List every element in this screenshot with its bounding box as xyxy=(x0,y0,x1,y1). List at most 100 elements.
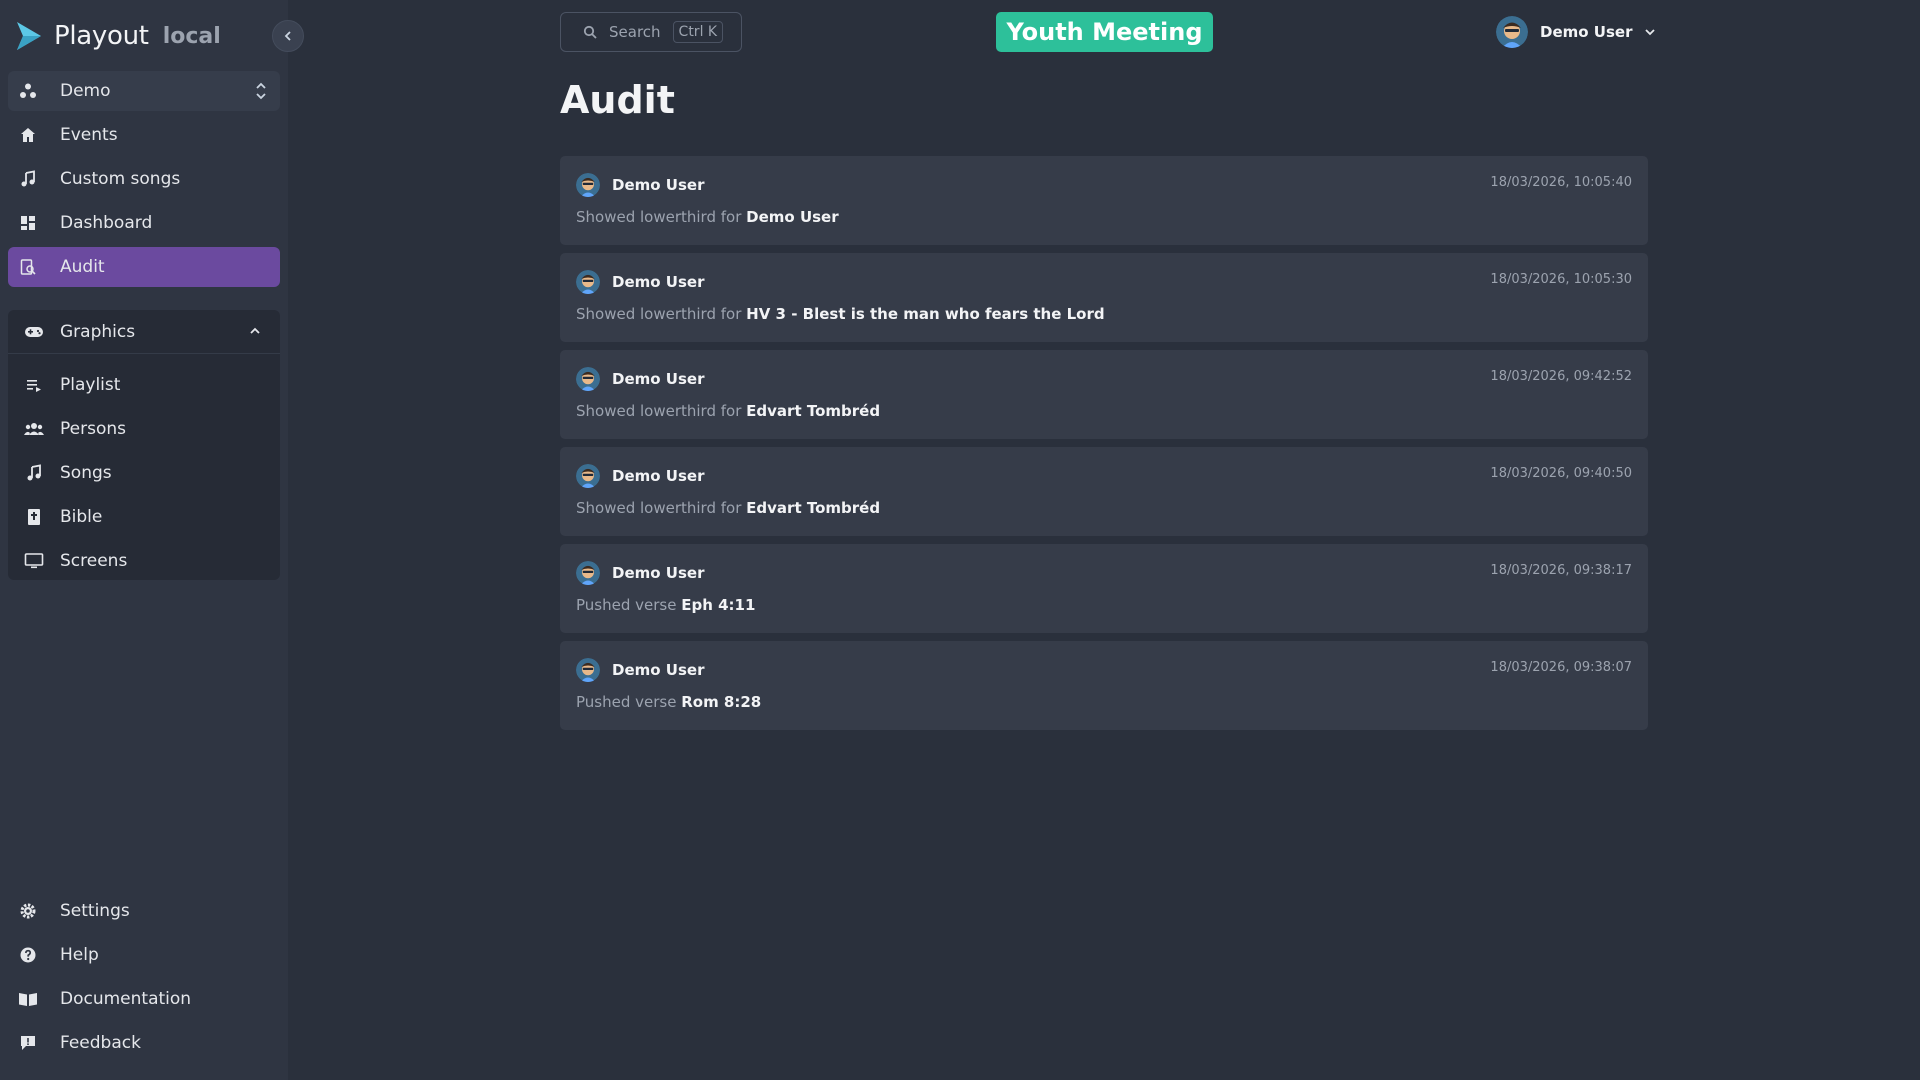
sidebar-item-persons[interactable]: Persons xyxy=(8,409,280,449)
home-icon xyxy=(18,125,38,145)
sidebar-item-playlist[interactable]: Playlist xyxy=(8,365,280,405)
audit-timestamp: 18/03/2026, 10:05:30 xyxy=(1490,272,1632,287)
workspace-selector[interactable]: Demo xyxy=(8,71,280,111)
audit-target: Edvart Tombréd xyxy=(746,402,881,420)
sidebar-item-label: Documentation xyxy=(60,989,192,1009)
audit-user-name: Demo User xyxy=(612,661,705,679)
audit-entry-user: Demo User xyxy=(576,657,704,683)
audit-target: Demo User xyxy=(746,208,839,226)
search-shortcut: Ctrl K xyxy=(672,21,724,43)
audit-user-name: Demo User xyxy=(612,273,705,291)
avatar xyxy=(1496,16,1528,48)
audit-timestamp: 18/03/2026, 09:38:07 xyxy=(1490,660,1632,675)
audit-entry: Demo User 18/03/2026, 10:05:30 Showed lo… xyxy=(560,253,1648,342)
collapse-sidebar-button[interactable] xyxy=(272,20,304,52)
dashboard-icon xyxy=(18,213,38,233)
sidebar-item-bible[interactable]: Bible xyxy=(8,497,280,537)
playlist-icon xyxy=(24,375,44,395)
audit-user-name: Demo User xyxy=(612,564,705,582)
audit-entry: Demo User 18/03/2026, 09:38:07 Pushed ve… xyxy=(560,641,1648,730)
chevron-down-icon xyxy=(1644,26,1656,38)
current-event-badge[interactable]: Youth Meeting xyxy=(996,12,1213,52)
gamepad-icon xyxy=(24,322,44,342)
sidebar-item-dashboard[interactable]: Dashboard xyxy=(8,203,280,243)
audit-timestamp: 18/03/2026, 09:40:50 xyxy=(1490,466,1632,481)
sidebar-item-label: Audit xyxy=(60,257,105,277)
environment-label: local xyxy=(162,23,221,49)
monitor-icon xyxy=(24,551,44,571)
audit-user-name: Demo User xyxy=(612,370,705,388)
sidebar-item-events[interactable]: Events xyxy=(8,115,280,155)
audit-entry-user: Demo User xyxy=(576,366,704,392)
audit-message: Pushed verse Eph 4:11 xyxy=(576,596,755,614)
avatar xyxy=(576,173,600,197)
sidebar-item-label: Events xyxy=(60,125,118,145)
sidebar-item-label: Bible xyxy=(60,507,103,527)
audit-timestamp: 18/03/2026, 10:05:40 xyxy=(1490,175,1632,190)
graphics-group: Graphics Playlist Persons Songs Bible Sc… xyxy=(8,310,280,580)
sidebar-item-audit[interactable]: Audit xyxy=(8,247,280,287)
sidebar-item-feedback[interactable]: Feedback xyxy=(8,1023,280,1063)
sidebar-item-songs[interactable]: Songs xyxy=(8,453,280,493)
workspace-icon xyxy=(18,81,38,101)
sidebar-item-label: Persons xyxy=(60,419,126,439)
expand-collapse-icon xyxy=(254,81,268,101)
audit-target: Eph 4:11 xyxy=(681,596,756,614)
audit-target: Edvart Tombréd xyxy=(746,499,881,517)
workspace-label: Demo xyxy=(60,81,111,101)
playout-logo-icon xyxy=(14,20,44,52)
audit-message: Showed lowerthird for Edvart Tombréd xyxy=(576,402,880,420)
sidebar-item-help[interactable]: Help xyxy=(8,935,280,975)
avatar xyxy=(576,464,600,488)
audit-entry: Demo User 18/03/2026, 10:05:40 Showed lo… xyxy=(560,156,1648,245)
music-note-icon xyxy=(18,169,38,189)
audit-user-name: Demo User xyxy=(612,176,705,194)
audit-action: Showed lowerthird for xyxy=(576,305,747,323)
audit-target: HV 3 - Blest is the man who fears the Lo… xyxy=(746,305,1105,323)
audit-entry: Demo User 18/03/2026, 09:38:17 Pushed ve… xyxy=(560,544,1648,633)
sidebar-item-label: Feedback xyxy=(60,1033,141,1053)
audit-message: Showed lowerthird for HV 3 - Blest is th… xyxy=(576,305,1105,323)
sidebar-item-screens[interactable]: Screens xyxy=(8,541,280,581)
sidebar-item-label: Dashboard xyxy=(60,213,153,233)
audit-message: Showed lowerthird for Demo User xyxy=(576,208,839,226)
sidebar-item-settings[interactable]: Settings xyxy=(8,891,280,931)
brand[interactable]: Playout local xyxy=(14,18,221,54)
sidebar-item-label: Songs xyxy=(60,463,112,483)
search-icon xyxy=(583,25,597,39)
graphics-group-header[interactable]: Graphics xyxy=(8,310,280,354)
bible-icon xyxy=(24,507,44,527)
user-name: Demo User xyxy=(1540,23,1633,41)
brand-name: Playout xyxy=(54,21,149,51)
audit-entry-user: Demo User xyxy=(576,269,704,295)
audit-user-name: Demo User xyxy=(612,467,705,485)
audit-entry: Demo User 18/03/2026, 09:42:52 Showed lo… xyxy=(560,350,1648,439)
chevron-left-icon xyxy=(282,30,294,42)
sidebar-item-documentation[interactable]: Documentation xyxy=(8,979,280,1019)
avatar xyxy=(576,367,600,391)
avatar xyxy=(576,658,600,682)
user-menu[interactable]: Demo User xyxy=(1496,16,1656,48)
music-note-icon xyxy=(24,463,44,483)
audit-action: Showed lowerthird for xyxy=(576,208,747,226)
avatar xyxy=(576,561,600,585)
sidebar: Playout local Demo Events Custom songs D… xyxy=(0,0,288,1080)
audit-entry: Demo User 18/03/2026, 09:40:50 Showed lo… xyxy=(560,447,1648,536)
audit-entry-user: Demo User xyxy=(576,463,704,489)
sidebar-item-label: Settings xyxy=(60,901,130,921)
audit-target: Rom 8:28 xyxy=(681,693,762,711)
sidebar-item-custom-songs[interactable]: Custom songs xyxy=(8,159,280,199)
chevron-up-icon xyxy=(248,324,262,338)
gear-icon xyxy=(18,901,38,921)
audit-action: Showed lowerthird for xyxy=(576,402,747,420)
search-button[interactable]: Search Ctrl K xyxy=(560,12,742,52)
audit-action: Showed lowerthird for xyxy=(576,499,747,517)
audit-icon xyxy=(18,257,38,277)
audit-message: Pushed verse Rom 8:28 xyxy=(576,693,761,711)
audit-entry-user: Demo User xyxy=(576,172,704,198)
sidebar-item-label: Screens xyxy=(60,551,128,571)
sidebar-item-label: Custom songs xyxy=(60,169,181,189)
search-label: Search xyxy=(609,23,661,41)
help-icon xyxy=(18,945,38,965)
audit-timestamp: 18/03/2026, 09:42:52 xyxy=(1490,369,1632,384)
